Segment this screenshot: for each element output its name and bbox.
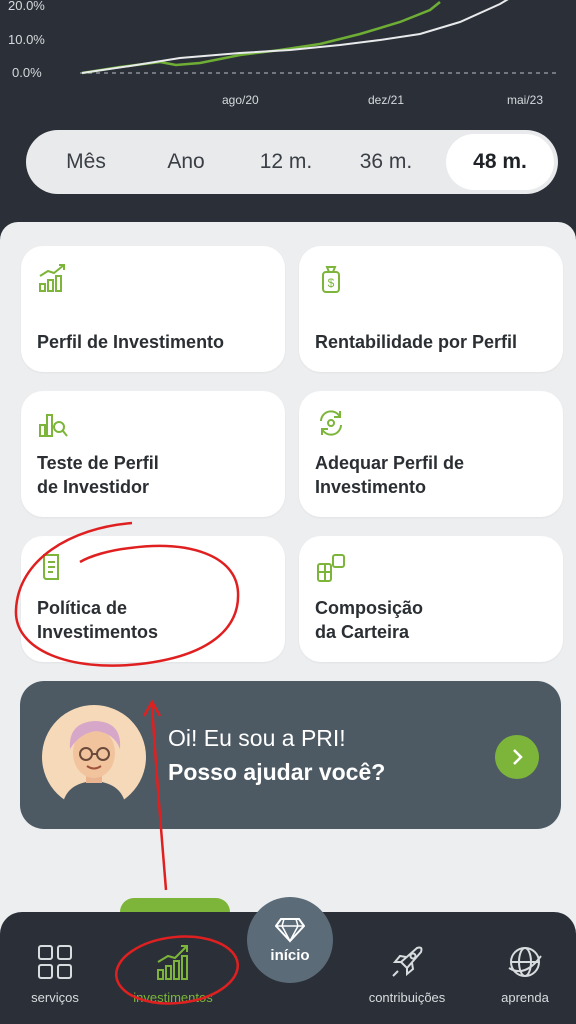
performance-chart: 20.0% 10.0% 0.0% ago/20 dez/21 mai/23 <box>0 0 576 120</box>
nav-item-servicos[interactable]: serviços <box>0 942 110 1016</box>
series-line-white <box>81 0 509 74</box>
card-label: Rentabilidade por Perfil <box>315 332 518 352</box>
y-tick-label: 0.0% <box>12 65 42 80</box>
pri-help-question: Posso ajudar você? <box>168 759 386 785</box>
svg-text:$: $ <box>328 276 335 290</box>
nav-home-button[interactable]: início <box>247 897 333 983</box>
grid-icon <box>38 945 72 979</box>
card-label: Política de Investimentos <box>37 598 159 642</box>
nav-label: investimentos <box>133 990 213 1005</box>
nav-home-label: início <box>270 946 310 964</box>
chart-canvas: 20.0% 10.0% 0.0% ago/20 dez/21 mai/23 <box>8 0 556 107</box>
nav-label: contribuições <box>368 990 446 1005</box>
growth-chart-icon <box>39 264 65 292</box>
content-panel: Perfil de Investimento $ Rentabilidade p… <box>0 222 576 942</box>
period-option-month[interactable]: Mês <box>46 134 126 190</box>
pri-greeting: Oi! Eu sou a PRI! <box>168 725 346 751</box>
document-icon <box>43 554 59 580</box>
card-politica-investimentos[interactable]: Política de Investimentos <box>21 536 285 662</box>
chart-magnifier-icon <box>39 414 68 437</box>
globe-icon <box>508 947 542 977</box>
y-tick-label: 20.0% <box>8 0 45 13</box>
pri-open-button[interactable] <box>495 735 539 779</box>
pri-assistant-banner[interactable]: Oi! Eu sou a PRI! Posso ajudar você? <box>20 681 561 829</box>
x-tick-label: dez/21 <box>368 93 404 107</box>
nav-item-investimentos[interactable]: investimentos <box>118 942 228 1016</box>
portfolio-blocks-icon <box>317 554 345 582</box>
card-perfil-investimento[interactable]: Perfil de Investimento <box>21 246 285 372</box>
nav-item-aprenda[interactable]: aprenda <box>470 942 576 1016</box>
period-option-year[interactable]: Ano <box>146 134 226 190</box>
y-tick-label: 10.0% <box>8 32 45 47</box>
card-composicao-carteira[interactable]: Composição da Carteira <box>299 536 563 662</box>
nav-label: aprenda <box>501 990 549 1005</box>
card-label: Perfil de Investimento <box>37 332 225 352</box>
nav-label: serviços <box>31 990 79 1005</box>
card-label: Teste de Perfil de Investidor <box>37 453 159 497</box>
card-adequar-perfil[interactable]: Adequar Perfil de Investimento <box>299 391 563 517</box>
money-bag-icon: $ <box>322 266 340 293</box>
period-option-12m[interactable]: 12 m. <box>246 134 326 190</box>
card-label: Adequar Perfil de Investimento <box>315 453 465 497</box>
period-option-48m[interactable]: 48 m. <box>446 134 554 190</box>
nav-item-contribuicoes[interactable]: contribuições <box>352 942 462 1016</box>
period-selector: Mês Ano 12 m. 36 m. 48 m. <box>26 130 558 194</box>
card-rentabilidade-perfil[interactable]: $ Rentabilidade por Perfil <box>299 246 563 372</box>
chevron-right-icon <box>513 749 523 765</box>
series-line-green <box>81 1 441 75</box>
pri-avatar <box>42 705 146 809</box>
card-teste-perfil[interactable]: Teste de Perfil de Investidor <box>21 391 285 517</box>
growth-chart-icon <box>157 945 188 980</box>
x-tick-label: mai/23 <box>507 93 543 107</box>
card-label: Composição da Carteira <box>315 598 424 642</box>
refresh-cycle-icon <box>320 410 342 436</box>
rocket-icon <box>392 946 423 977</box>
diamond-icon <box>275 917 305 943</box>
period-option-36m[interactable]: 36 m. <box>346 134 426 190</box>
x-tick-label: ago/20 <box>222 93 259 107</box>
